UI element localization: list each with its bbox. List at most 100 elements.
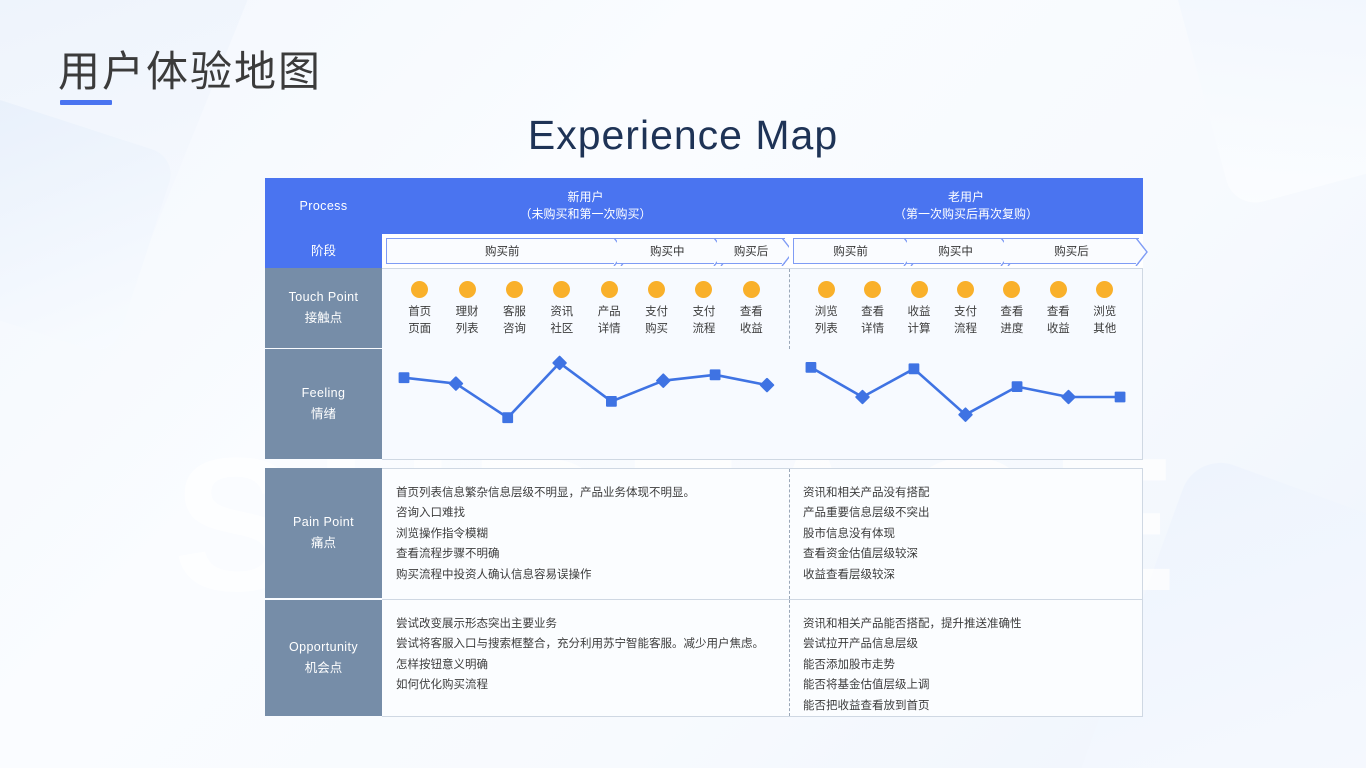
painpoint-cell-old-user: 资讯和相关产品没有搭配 产品重要信息层级不突出 股市信息没有体现 查看资金估值层… bbox=[789, 468, 1143, 600]
touchpoint-dot-icon bbox=[505, 281, 523, 298]
touchpoint-item: 首页 页面 bbox=[397, 281, 443, 337]
painpoint-cell-new-user: 首页列表信息繁杂信息层级不明显，产品业务体现不明显。 咨询入口难找 浏览操作指令… bbox=[382, 468, 789, 600]
segment-title-new-user-sub: （未购买和第一次购买） bbox=[519, 207, 652, 221]
opportunity-cell-old-user: 资讯和相关产品能否搭配，提升推送准确性 尝试拉开产品信息层级 能否添加股市走势 … bbox=[789, 600, 1143, 717]
touchpoint-item: 理财 列表 bbox=[444, 281, 490, 337]
touchpoint-item: 支付 流程 bbox=[681, 281, 727, 337]
touchpoint-label: 产品 详情 bbox=[597, 306, 621, 335]
row-label-painpoint-cn: 痛点 bbox=[310, 536, 336, 550]
touchpoint-label: 资讯 社区 bbox=[550, 306, 574, 335]
table-row-header: Process 新用户 （未购买和第一次购买） 老用户 （第一次购买后再次复购） bbox=[265, 178, 1143, 234]
touchpoint-item: 支付 购买 bbox=[634, 281, 680, 337]
segment-divider bbox=[789, 600, 790, 716]
touchpoint-dot-icon bbox=[817, 281, 835, 298]
segment-divider bbox=[789, 269, 790, 349]
touchpoint-list-old-user: 浏览 列表 查看 详情 收益 计算 支付 流程 查看 进度 查看 收益 浏览 其… bbox=[789, 269, 1142, 349]
touchpoint-item: 资讯 社区 bbox=[539, 281, 585, 337]
touchpoint-label: 支付 流程 bbox=[953, 306, 977, 335]
stage-old-during-label: 购买中 bbox=[938, 246, 973, 258]
touchpoint-item: 支付 流程 bbox=[942, 281, 988, 337]
stage-new-before-label: 购买前 bbox=[484, 246, 520, 258]
touchpoint-dot-icon bbox=[648, 281, 666, 298]
touchpoint-label: 支付 购买 bbox=[645, 306, 669, 335]
feeling-chart-old-user bbox=[789, 349, 1143, 460]
touchpoint-item: 收益 计算 bbox=[896, 281, 942, 337]
touchpoint-dot-icon bbox=[742, 281, 760, 298]
touchpoint-item: 查看 收益 bbox=[728, 281, 774, 337]
stage-old-after[interactable]: 购买后 bbox=[1004, 238, 1148, 266]
feeling-chart-new-user bbox=[382, 349, 789, 460]
experience-map-table: Process 新用户 （未购买和第一次购买） 老用户 （第一次购买后再次复购）… bbox=[265, 178, 1148, 717]
row-label-process-en: Process bbox=[299, 198, 348, 213]
header-cell-new-user: 新用户 （未购买和第一次购买） bbox=[382, 178, 789, 234]
touchpoint-dot-icon bbox=[695, 281, 713, 298]
row-label-opportunity-en: Opportunity bbox=[288, 640, 359, 655]
touchpoint-dot-icon bbox=[1003, 281, 1021, 298]
touchpoint-item: 产品 详情 bbox=[586, 281, 632, 337]
touchpoint-dot-icon bbox=[411, 281, 429, 298]
stage-new-after-label: 购买后 bbox=[733, 246, 769, 258]
segment-title-new-user-main: 新用户 bbox=[567, 189, 604, 204]
row-label-touchpoint-en: Touch Point bbox=[288, 290, 359, 305]
touchpoint-item: 客服 咨询 bbox=[491, 281, 537, 337]
touchpoint-item: 查看 详情 bbox=[850, 281, 896, 337]
stage-flow-old-user: 购买前 购买中 购买后 bbox=[793, 238, 1148, 266]
row-label-feeling: Feeling 情绪 bbox=[265, 349, 382, 459]
touchpoint-item: 查看 进度 bbox=[989, 281, 1035, 337]
touchpoint-label: 查看 进度 bbox=[1000, 306, 1024, 335]
touchpoint-dot-icon bbox=[1096, 281, 1114, 298]
touchpoint-label: 浏览 其他 bbox=[1093, 306, 1117, 335]
segment-title-old-user: 老用户 （第一次购买后再次复购） bbox=[789, 178, 1143, 234]
touchpoint-dot-icon bbox=[458, 281, 476, 298]
row-label-process-cn: 阶段 bbox=[265, 234, 382, 268]
feeling-line-chart-new-user bbox=[398, 355, 775, 424]
title-accent-rule bbox=[60, 100, 112, 105]
row-label-touchpoint: Touch Point 接触点 bbox=[265, 268, 382, 348]
row-label-opportunity: Opportunity 机会点 bbox=[265, 600, 382, 716]
opportunity-text-old-user: 资讯和相关产品能否搭配，提升推送准确性 尝试拉开产品信息层级 能否添加股市走势 … bbox=[789, 600, 1142, 716]
stage-new-before[interactable]: 购买前 bbox=[386, 238, 634, 266]
opportunity-cell-new-user: 尝试改变展示形态突出主要业务 尝试将客服入口与搜索框整合，充分利用苏宁智能客服。… bbox=[382, 600, 789, 717]
touchpoint-dot-icon bbox=[600, 281, 618, 298]
segment-title-old-user-sub: （第一次购买后再次复购） bbox=[893, 207, 1038, 221]
stage-cell-new-user: 购买前 购买中 购买后 bbox=[382, 234, 794, 268]
touchpoint-dot-icon bbox=[1049, 281, 1067, 298]
row-label-touchpoint-cn: 接触点 bbox=[304, 311, 343, 325]
map-title: Experience Map bbox=[527, 112, 839, 158]
stage-old-during[interactable]: 购买中 bbox=[907, 238, 1020, 266]
segment-divider bbox=[789, 469, 790, 599]
stage-new-during[interactable]: 购买中 bbox=[617, 238, 734, 266]
page-title: 用户体验地图 bbox=[58, 50, 323, 96]
touchpoint-cell-new-user: 首页 页面 理财 列表 客服 咨询 资讯 社区 产品 详情 支付 购买 支付 流… bbox=[382, 268, 789, 349]
row-label-feeling-en: Feeling bbox=[301, 386, 346, 401]
touchpoint-label: 查看 收益 bbox=[739, 306, 763, 335]
stage-old-after-label: 购买后 bbox=[1054, 246, 1089, 258]
opportunity-text-new-user: 尝试改变展示形态突出主要业务 尝试将客服入口与搜索框整合，充分利用苏宁智能客服。… bbox=[382, 600, 789, 716]
touchpoint-dot-icon bbox=[864, 281, 882, 298]
painpoint-text-old-user: 资讯和相关产品没有搭配 产品重要信息层级不突出 股市信息没有体现 查看资金估值层… bbox=[789, 469, 1142, 599]
touchpoint-item: 浏览 其他 bbox=[1082, 281, 1128, 337]
feeling-line-chart-old-user bbox=[805, 362, 1126, 422]
row-label-process: Process bbox=[265, 178, 382, 234]
row-label-opportunity-cn: 机会点 bbox=[304, 661, 343, 675]
stage-new-during-label: 购买中 bbox=[650, 246, 685, 258]
stage-new-after[interactable]: 购买后 bbox=[717, 238, 794, 266]
stage-old-before-label: 购买前 bbox=[833, 246, 868, 258]
segment-title-new-user: 新用户 （未购买和第一次购买） bbox=[382, 178, 789, 234]
touchpoint-cell-old-user: 浏览 列表 查看 详情 收益 计算 支付 流程 查看 进度 查看 收益 浏览 其… bbox=[789, 268, 1143, 349]
touchpoint-list-new-user: 首页 页面 理财 列表 客服 咨询 资讯 社区 产品 详情 支付 购买 支付 流… bbox=[382, 269, 789, 349]
stage-old-before[interactable]: 购买前 bbox=[793, 238, 924, 266]
touchpoint-label: 首页 页面 bbox=[408, 306, 432, 335]
chevron-right-icon bbox=[1135, 238, 1148, 266]
touchpoint-item: 查看 收益 bbox=[1035, 281, 1081, 337]
touchpoint-dot-icon bbox=[553, 281, 571, 298]
table-row-painpoint: Pain Point 痛点 首页列表信息繁杂信息层级不明显，产品业务体现不明显。… bbox=[265, 468, 1143, 600]
table-row-opportunity: Opportunity 机会点 尝试改变展示形态突出主要业务 尝试将客服入口与搜… bbox=[265, 600, 1143, 717]
table-row-stages: 阶段 购买前 购买中 购买后 购买前 购买中 购买后 bbox=[265, 234, 1148, 268]
touchpoint-dot-icon bbox=[956, 281, 974, 298]
touchpoint-label: 支付 流程 bbox=[692, 306, 716, 335]
touchpoint-label: 收益 计算 bbox=[907, 306, 931, 335]
stage-cell-old-user: 购买前 购买中 购买后 bbox=[789, 234, 1148, 268]
touchpoint-label: 查看 详情 bbox=[861, 306, 885, 335]
